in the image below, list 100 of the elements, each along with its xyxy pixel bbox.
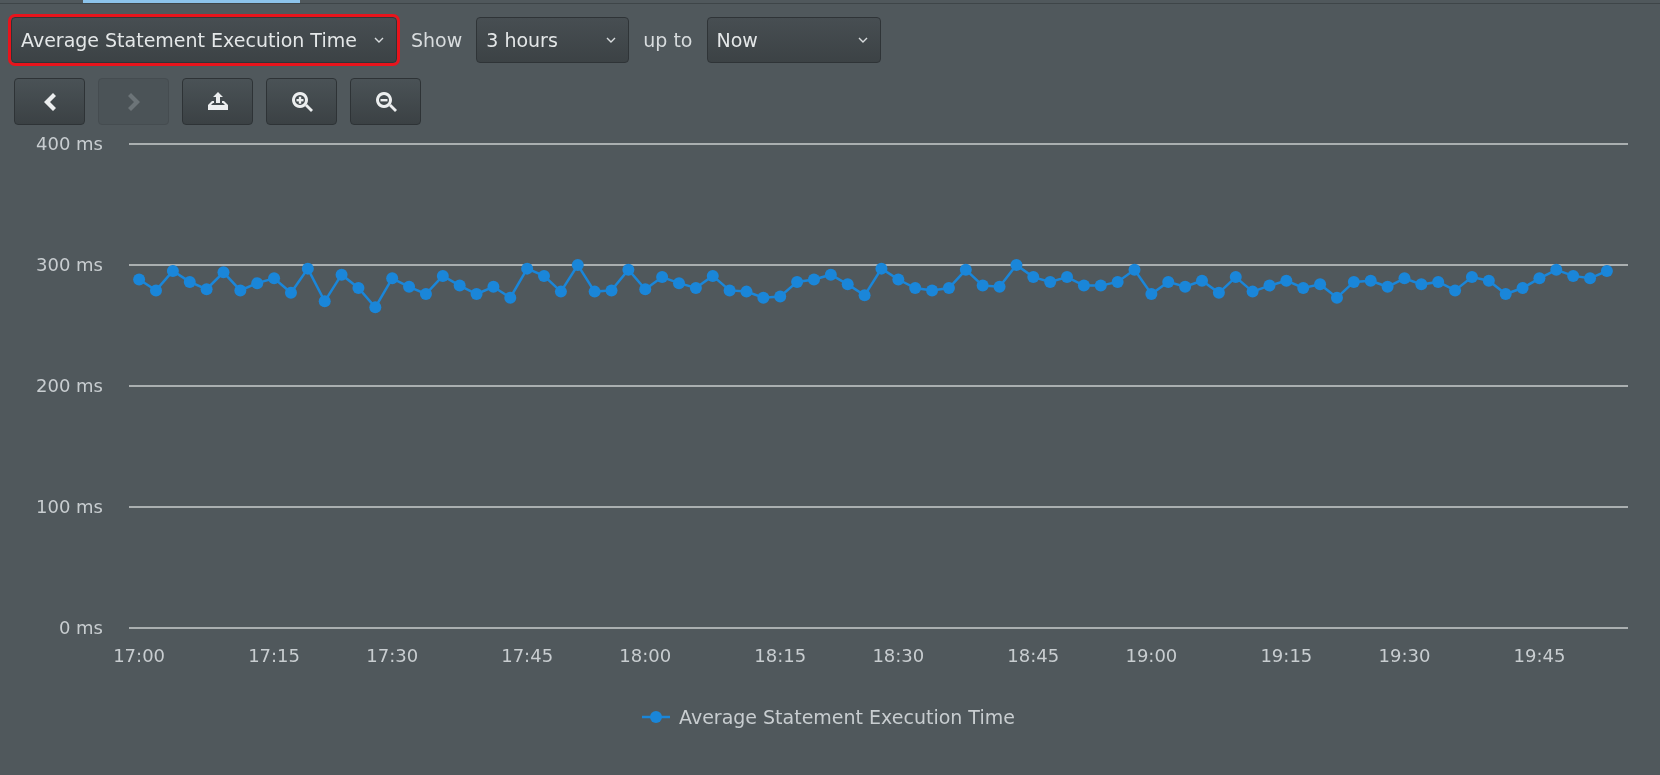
x-axis-label: 17:30 (366, 645, 419, 666)
zoom-in-button[interactable] (266, 78, 337, 125)
data-point (1533, 272, 1546, 285)
caret-icon (374, 37, 384, 43)
data-point (639, 283, 652, 296)
data-point (1364, 274, 1377, 287)
data-point (959, 263, 972, 276)
y-axis-label: 0 ms (58, 617, 103, 638)
data-point (386, 272, 399, 285)
x-axis-label: 19:45 (1513, 645, 1566, 666)
x-axis-label: 17:45 (501, 645, 554, 666)
x-axis-label: 17:00 (113, 645, 166, 666)
data-point (1347, 275, 1360, 288)
data-point (234, 284, 247, 297)
data-point (1111, 275, 1124, 288)
data-point (1246, 285, 1259, 298)
data-point (166, 265, 179, 278)
data-point (487, 280, 500, 293)
data-point (1027, 271, 1040, 284)
data-point (1398, 272, 1411, 285)
data-point (1128, 263, 1141, 276)
end-time-dropdown[interactable]: Now (706, 17, 881, 63)
x-axis-label: 19:15 (1260, 645, 1313, 666)
data-point (926, 284, 939, 297)
zoom-in-icon (289, 89, 314, 114)
y-axis-label: 400 ms (36, 133, 103, 154)
data-point (1179, 280, 1192, 293)
data-point (909, 282, 922, 294)
data-point (133, 273, 146, 286)
data-point (1263, 279, 1276, 292)
duration-dropdown[interactable]: 3 hours (476, 17, 630, 63)
data-point (1482, 274, 1495, 287)
data-point (554, 285, 567, 298)
data-point (571, 259, 584, 271)
data-point (1415, 278, 1428, 291)
data-point (217, 266, 230, 279)
zoom-out-icon (373, 89, 398, 114)
data-point (892, 273, 905, 286)
data-point (1432, 275, 1445, 288)
data-point (689, 282, 702, 294)
data-point (521, 262, 534, 275)
data-point (1516, 282, 1529, 294)
export-button[interactable] (182, 78, 253, 125)
data-point (1567, 269, 1580, 282)
data-point (1449, 284, 1462, 297)
zoom-out-button[interactable] (350, 78, 421, 125)
data-point (807, 273, 820, 286)
legend-label[interactable]: Average Statement Execution Time (679, 706, 1015, 728)
data-point (1010, 259, 1023, 271)
data-point (774, 290, 787, 303)
data-point (1381, 280, 1394, 293)
y-axis-label: 300 ms (36, 254, 103, 275)
data-point (1297, 282, 1310, 294)
data-point (453, 279, 466, 292)
data-point (1550, 263, 1563, 276)
data-point (858, 289, 871, 302)
show-label: Show (410, 29, 464, 51)
data-point (538, 269, 551, 282)
data-point (200, 283, 213, 296)
data-point (1212, 286, 1225, 299)
data-point (1229, 271, 1242, 284)
data-point (605, 284, 618, 297)
data-point (1584, 272, 1597, 285)
x-axis-label: 19:00 (1125, 645, 1178, 666)
data-point (942, 282, 955, 294)
caret-icon (857, 37, 868, 43)
back-button[interactable] (14, 78, 85, 125)
data-point (993, 280, 1006, 293)
data-point (369, 301, 382, 314)
data-point (723, 284, 736, 297)
y-axis-label: 200 ms (36, 375, 103, 396)
data-point (1061, 271, 1074, 284)
data-point (740, 285, 753, 298)
data-point (1094, 279, 1107, 292)
data-point (403, 280, 416, 293)
data-point (1280, 274, 1293, 287)
data-point (1145, 288, 1158, 301)
metric-dropdown[interactable]: Average Statement Execution Time (11, 17, 397, 63)
data-point (1196, 274, 1208, 287)
data-point (622, 263, 635, 276)
data-point (504, 291, 517, 304)
up-to-label: up to (642, 29, 694, 51)
data-point (419, 288, 432, 301)
data-point (251, 277, 264, 290)
data-point (318, 295, 331, 308)
data-point (976, 279, 989, 292)
data-point (1044, 275, 1057, 288)
data-point (470, 288, 483, 301)
data-point (1600, 265, 1613, 278)
data-point (791, 275, 804, 288)
data-point (656, 271, 669, 284)
data-point (1162, 275, 1175, 288)
x-axis-label: 18:30 (872, 645, 925, 666)
data-point (183, 275, 196, 288)
data-point (706, 269, 719, 282)
data-point (841, 278, 854, 291)
data-point (268, 272, 281, 285)
data-point (1077, 279, 1090, 292)
data-point (673, 277, 685, 290)
data-point (301, 262, 314, 275)
